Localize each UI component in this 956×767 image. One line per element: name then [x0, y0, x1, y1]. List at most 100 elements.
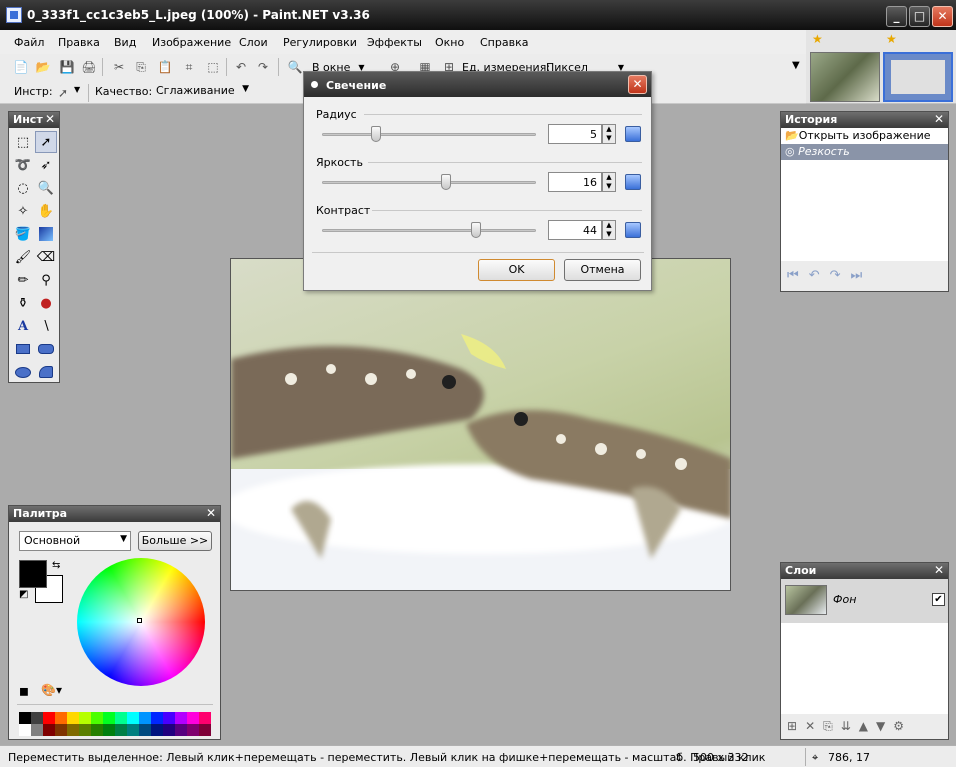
menu-view[interactable]: Вид: [114, 36, 136, 49]
move-selection-icon[interactable]: ➚: [35, 131, 57, 153]
deselect-icon[interactable]: ⬚: [204, 58, 222, 76]
undo-icon[interactable]: ↶: [809, 268, 830, 283]
recolor-icon[interactable]: ●: [35, 292, 57, 314]
palette-swatch[interactable]: [31, 724, 43, 736]
rounded-rect-icon[interactable]: [35, 338, 57, 360]
palette-swatch[interactable]: [79, 724, 91, 736]
radius-reset-icon[interactable]: [625, 126, 641, 142]
image-thumbnail-2[interactable]: [883, 52, 953, 102]
minimize-button[interactable]: _: [886, 6, 907, 27]
palette-swatch[interactable]: [127, 724, 139, 736]
tool-dropdown-icon[interactable]: ▼: [74, 85, 80, 94]
reset-colors-icon[interactable]: ◩: [19, 589, 28, 600]
contrast-input[interactable]: 44: [548, 220, 602, 240]
radius-spinner[interactable]: ▲ ▼: [602, 124, 616, 144]
merge-layer-icon[interactable]: ⇊: [841, 719, 859, 733]
close-icon[interactable]: ✕: [934, 112, 944, 126]
palette-swatch[interactable]: [163, 724, 175, 736]
layer-row[interactable]: Фон ✔: [781, 579, 948, 623]
menu-help[interactable]: Справка: [480, 36, 528, 49]
text-icon[interactable]: A: [12, 315, 34, 337]
tabs-menu-icon[interactable]: ▼: [792, 60, 800, 71]
palette-swatch[interactable]: [199, 724, 211, 736]
palette-swatch[interactable]: [19, 724, 31, 736]
radius-slider[interactable]: [322, 133, 536, 136]
palette-swatch[interactable]: [43, 712, 55, 724]
gradient-icon[interactable]: [35, 223, 57, 245]
palette-swatch[interactable]: [175, 724, 187, 736]
magic-wand-icon[interactable]: ✧: [12, 200, 34, 222]
contrast-reset-icon[interactable]: [625, 222, 641, 238]
layer-visibility-checkbox[interactable]: ✔: [932, 593, 945, 606]
palette-swatch[interactable]: [187, 724, 199, 736]
menu-adjustments[interactable]: Регулировки: [283, 36, 357, 49]
close-button[interactable]: ✕: [932, 6, 953, 27]
palette-swatch[interactable]: [67, 712, 79, 724]
crop-icon[interactable]: ⌗: [180, 58, 198, 76]
rewind-icon[interactable]: ⏮: [787, 268, 809, 283]
palette-swatch[interactable]: [163, 712, 175, 724]
radius-input[interactable]: 5: [548, 124, 602, 144]
contrast-slider-thumb[interactable]: [471, 222, 482, 238]
palette-swatch[interactable]: [79, 712, 91, 724]
cancel-button[interactable]: Отмена: [564, 259, 641, 281]
color-wheel[interactable]: [77, 558, 205, 686]
line-icon[interactable]: ∖: [35, 315, 57, 337]
zoom-out-icon[interactable]: 🔍: [286, 58, 304, 76]
brightness-slider[interactable]: [322, 181, 536, 184]
palette-swatch[interactable]: [139, 712, 151, 724]
layer-properties-icon[interactable]: ⚙: [893, 719, 912, 733]
add-layer-icon[interactable]: ⊞: [787, 719, 805, 733]
palette-swatch[interactable]: [115, 712, 127, 724]
cut-icon[interactable]: ✂: [110, 58, 128, 76]
palette-swatch[interactable]: [187, 712, 199, 724]
palette-swatch[interactable]: [139, 724, 151, 736]
save-icon[interactable]: 💾: [58, 58, 76, 76]
history-item[interactable]: 📂Открыть изображение: [781, 128, 948, 144]
palette-menu-icon[interactable]: ◼: [19, 684, 29, 698]
menu-window[interactable]: Окно: [435, 36, 464, 49]
swap-colors-icon[interactable]: ⇆: [52, 560, 60, 571]
menu-effects[interactable]: Эффекты: [367, 36, 422, 49]
eraser-icon[interactable]: ⌫: [35, 246, 57, 268]
palette-swatch[interactable]: [91, 712, 103, 724]
palette-swatch[interactable]: [103, 724, 115, 736]
palette-swatch[interactable]: [127, 712, 139, 724]
palette-swatch[interactable]: [151, 724, 163, 736]
pan-icon[interactable]: ✋: [35, 200, 57, 222]
color-wheel-cursor[interactable]: [137, 618, 142, 623]
move-selected-icon[interactable]: ➶: [35, 154, 57, 176]
freeform-shape-icon[interactable]: [35, 361, 57, 383]
delete-layer-icon[interactable]: ✕: [805, 719, 823, 733]
maximize-button[interactable]: □: [909, 6, 930, 27]
redo-icon[interactable]: ↷: [830, 268, 851, 283]
print-icon[interactable]: 🖨: [80, 58, 98, 76]
rect-select-icon[interactable]: ⬚: [12, 131, 34, 153]
dialog-close-button[interactable]: ✕: [628, 75, 647, 94]
ok-button[interactable]: OK: [478, 259, 555, 281]
radius-slider-thumb[interactable]: [370, 126, 381, 142]
paintbrush-icon[interactable]: 🖌: [12, 246, 34, 268]
new-icon[interactable]: 📄: [12, 58, 30, 76]
palette-swatch[interactable]: [103, 712, 115, 724]
palette-swatch[interactable]: [175, 712, 187, 724]
palette-swatch[interactable]: [91, 724, 103, 736]
move-up-icon[interactable]: ▲: [859, 719, 876, 733]
contrast-slider[interactable]: [322, 229, 536, 232]
ellipse-icon[interactable]: [12, 361, 34, 383]
move-down-icon[interactable]: ▼: [876, 719, 893, 733]
paint-bucket-icon[interactable]: 🪣: [12, 223, 34, 245]
current-tool-icon[interactable]: ➚: [54, 84, 72, 102]
close-icon[interactable]: ✕: [934, 563, 944, 577]
image-canvas[interactable]: [230, 258, 731, 591]
paste-icon[interactable]: 📋: [156, 58, 174, 76]
quality-combo[interactable]: Сглаживание ▼: [152, 82, 252, 102]
brightness-reset-icon[interactable]: [625, 174, 641, 190]
palette-swatch[interactable]: [151, 712, 163, 724]
brightness-slider-thumb[interactable]: [441, 174, 452, 190]
add-color-icon[interactable]: 🎨▾: [41, 683, 62, 697]
image-thumbnail-1[interactable]: [810, 52, 880, 102]
palette-swatch[interactable]: [31, 712, 43, 724]
more-button[interactable]: Больше >>: [138, 531, 212, 551]
color-picker-icon[interactable]: ⚲: [35, 269, 57, 291]
